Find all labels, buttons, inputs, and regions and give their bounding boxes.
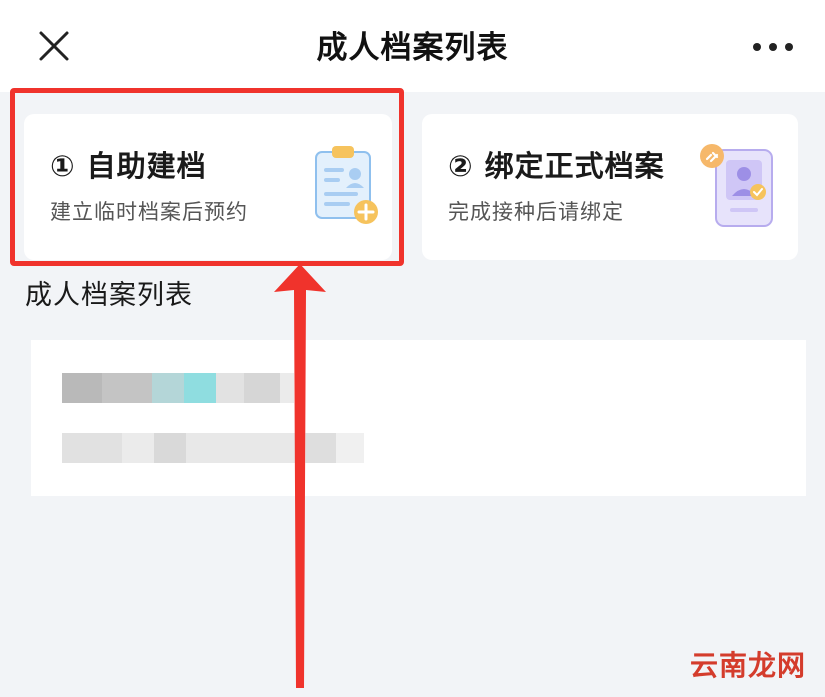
card-title: ① 自助建档 — [50, 149, 207, 183]
more-horizontal-icon[interactable] — [750, 36, 796, 58]
file-list-item[interactable] — [31, 340, 806, 496]
clipboard-add-icon — [315, 146, 378, 224]
page-title: 成人档案列表 — [316, 30, 509, 66]
self-create-file-card[interactable]: ① 自助建档 建立临时档案后预约 — [24, 114, 392, 260]
bind-official-file-card[interactable]: ② 绑定正式档案 完成接种后请绑定 — [422, 114, 798, 260]
section-title: 成人档案列表 — [25, 280, 193, 311]
blurred-detail — [62, 433, 364, 463]
blurred-name — [62, 373, 294, 403]
phone-id-link-icon — [700, 144, 773, 227]
card-subtitle: 建立临时档案后预约 — [50, 200, 248, 224]
nav-bar: 成人档案列表 — [0, 0, 825, 92]
card-subtitle: 完成接种后请绑定 — [448, 200, 624, 224]
watermark: 云南龙网 — [690, 649, 807, 682]
card-title: ② 绑定正式档案 — [448, 149, 665, 183]
